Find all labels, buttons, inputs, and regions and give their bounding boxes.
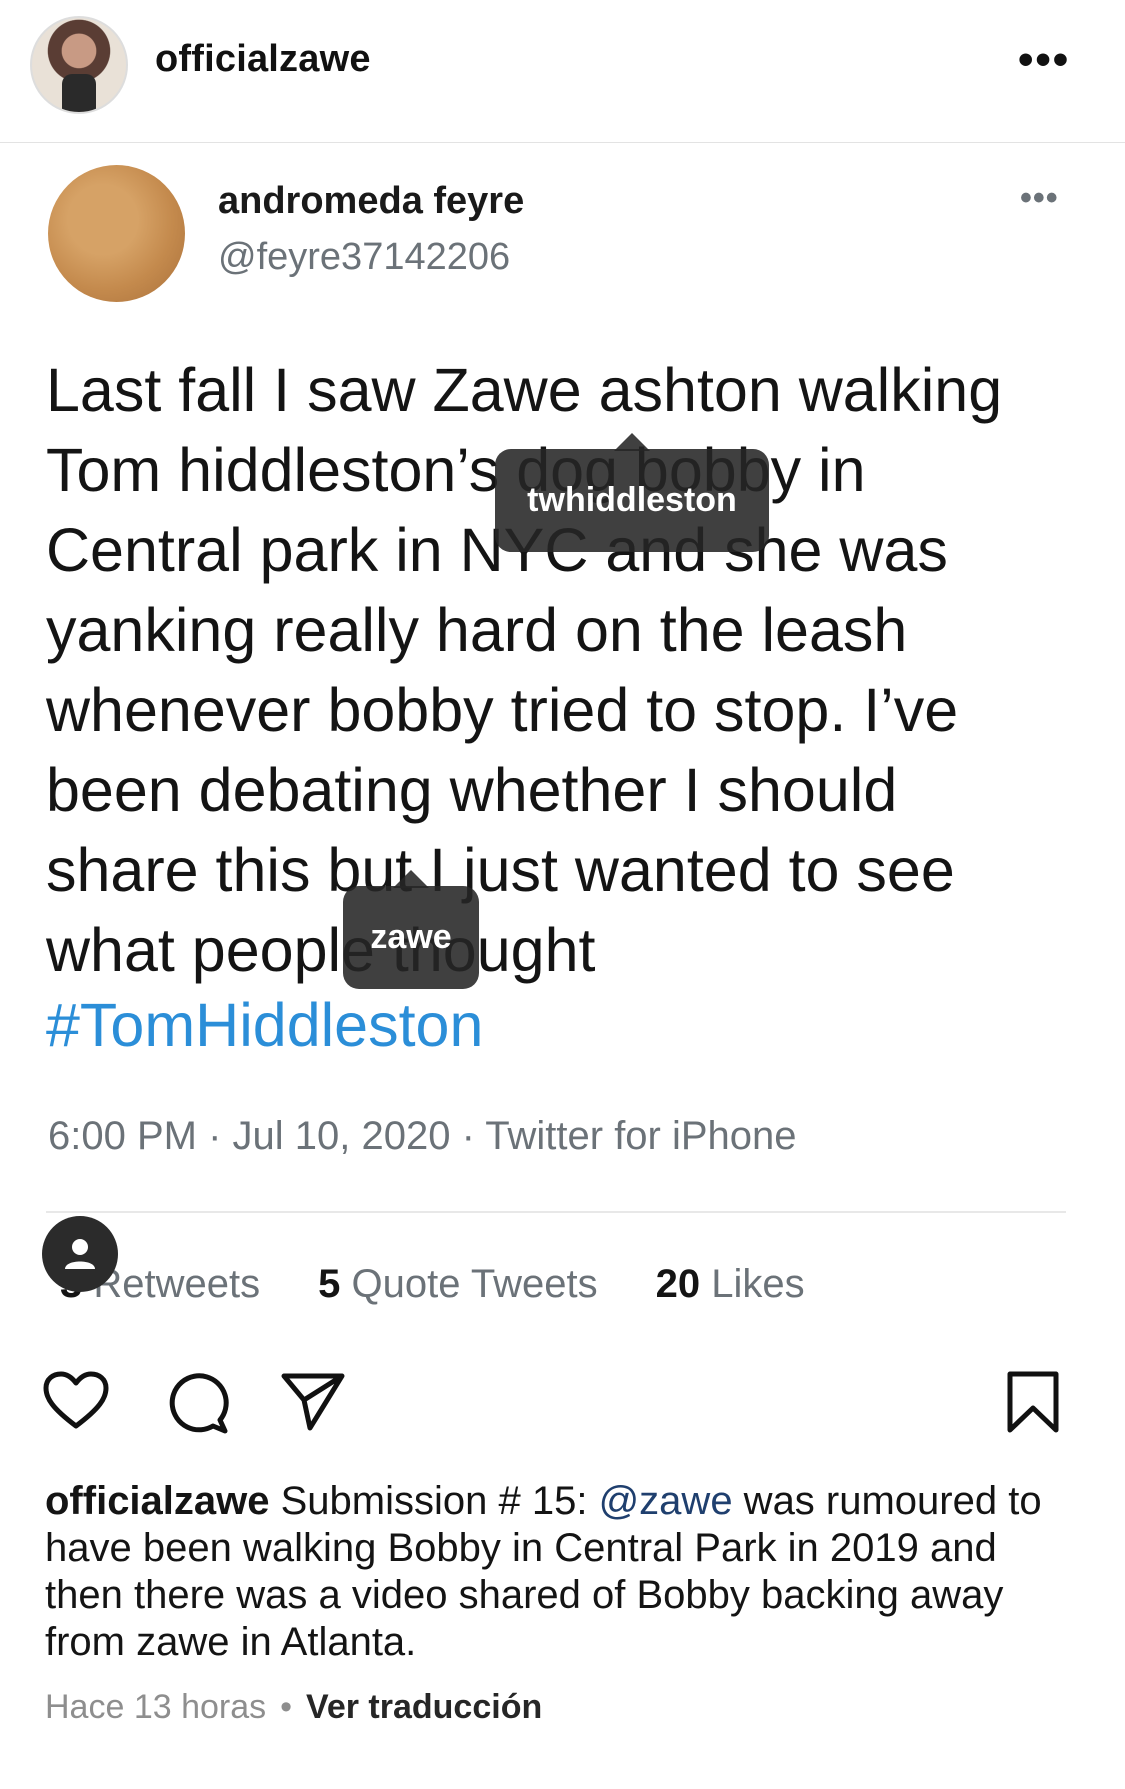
comment-button[interactable] (164, 1370, 230, 1441)
caption-username[interactable]: officialzawe (45, 1479, 270, 1523)
post-caption: officialzawe Submission # 15: @zawe was … (45, 1478, 1085, 1666)
tweet-author-name: andromeda feyre (218, 180, 525, 222)
heart-icon (43, 1371, 109, 1429)
more-options-icon[interactable]: ••• (1018, 38, 1070, 82)
tweet-more-icon: ••• (1020, 179, 1059, 217)
post-footer: Hace 13 horas • Ver traducción (45, 1688, 542, 1727)
user-tag-label: zawe (370, 918, 452, 956)
user-tag-icon (65, 1239, 95, 1269)
tweet-text: Last fall I saw Zawe ashton walking Tom … (46, 356, 1003, 984)
post-timestamp: Hace 13 horas (45, 1688, 267, 1726)
see-translation-link[interactable]: Ver traducción (306, 1688, 542, 1726)
tweet-author-handle: @feyre37142206 (218, 236, 511, 278)
retweets-label: Retweets (93, 1262, 261, 1306)
tweet-hashtag: #TomHiddleston (46, 991, 484, 1059)
tagged-people-button[interactable] (42, 1216, 118, 1292)
quotes-label: Quote Tweets (351, 1262, 598, 1306)
user-tag-label: twhiddleston (527, 481, 737, 519)
post-username[interactable]: officialzawe (155, 38, 371, 81)
caption-text: Submission # 15: (269, 1479, 599, 1523)
post-header: officialzawe ••• (0, 0, 1125, 143)
comment-icon (169, 1373, 229, 1434)
user-tag-zawe[interactable]: zawe (343, 886, 479, 989)
bookmark-icon (1007, 1371, 1059, 1433)
share-icon (281, 1373, 345, 1431)
likes-label: Likes (711, 1262, 805, 1306)
likes-count: 20 (655, 1262, 701, 1306)
quotes-count: 5 (318, 1262, 341, 1306)
share-button[interactable] (280, 1370, 346, 1437)
separator: • (280, 1688, 293, 1726)
tweet-stats: 3 Retweets 5 Quote Tweets 20 Likes (60, 1262, 805, 1307)
user-tag-twhiddleston[interactable]: twhiddleston (495, 449, 769, 552)
like-button[interactable] (42, 1370, 110, 1437)
likes-stat: 20 Likes (656, 1262, 805, 1307)
tweet-meta: 6:00 PM · Jul 10, 2020 · Twitter for iPh… (48, 1114, 797, 1158)
quotes-stat: 5 Quote Tweets (318, 1262, 597, 1307)
action-bar (0, 1370, 1125, 1440)
profile-avatar[interactable] (30, 16, 128, 114)
caption-mention[interactable]: @zawe (599, 1479, 733, 1523)
tweet-avatar (48, 165, 185, 302)
save-button[interactable] (1005, 1370, 1061, 1439)
tweet-divider (46, 1211, 1066, 1213)
